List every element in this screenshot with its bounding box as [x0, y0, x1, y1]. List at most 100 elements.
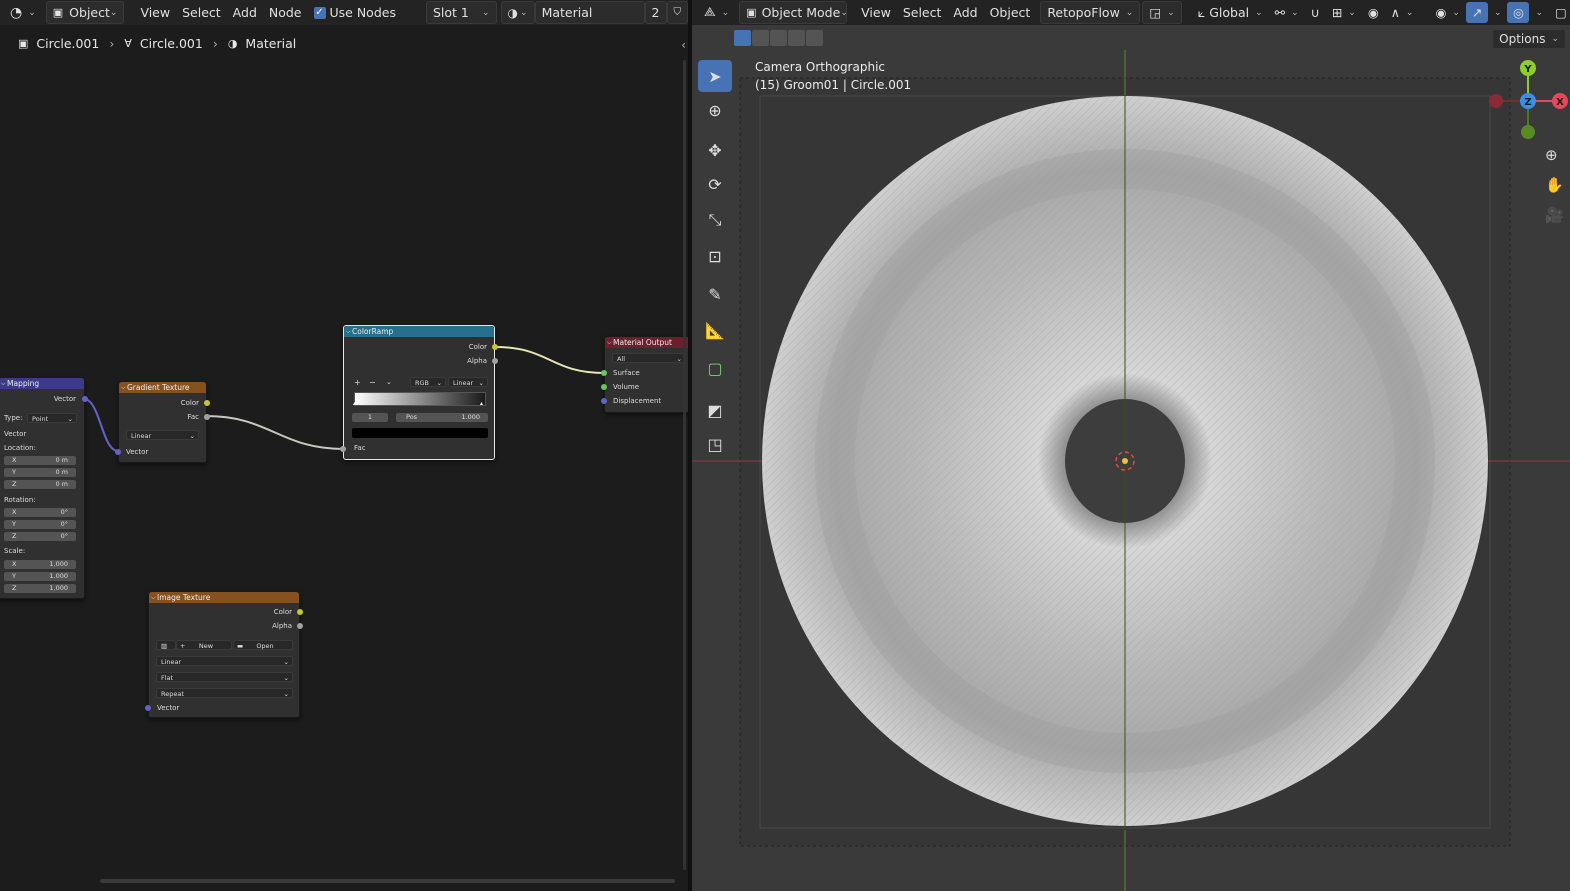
stop-color-swatch[interactable] [352, 428, 488, 438]
rotation-z-field[interactable]: Z 0° [4, 532, 76, 541]
mapping-node-header[interactable]: Mapping [0, 378, 84, 389]
image-open-button[interactable]: ▬ Open [233, 640, 293, 650]
stop-index-field[interactable]: 1 [352, 413, 388, 422]
menu-node[interactable]: Node [263, 2, 308, 23]
displacement-socket[interactable] [601, 398, 607, 404]
image-extension-dropdown[interactable]: Repeat ⌄ [156, 688, 293, 698]
colorramp-color-socket[interactable] [492, 344, 498, 350]
chevron-down-icon[interactable]: ⌄ [386, 378, 392, 386]
add-cube-icon[interactable]: ▢ [698, 352, 732, 384]
mapping-type-dropdown[interactable]: Point ⌄ [27, 413, 77, 423]
shear-icon[interactable]: ◳ [698, 428, 732, 460]
rotation-x-field[interactable]: X 0° [4, 508, 76, 517]
ramp-stop-handle[interactable]: ▴ [353, 400, 356, 407]
output-target-dropdown[interactable]: All ⌄ [612, 353, 686, 363]
stop-pos-field[interactable]: Pos 1.000 [396, 413, 488, 422]
pan-hand-icon[interactable]: ✋ [1545, 176, 1564, 194]
horizontal-scrollbar[interactable] [100, 879, 675, 883]
colorramp-node[interactable]: ColorRamp Color Alpha + − ⌄ RGB⌄ Linear⌄… [340, 325, 498, 460]
mapping-node[interactable]: Mapping Vector Type: Point⌄ Vector Locat… [0, 377, 88, 599]
object-type-dropdown[interactable]: ▣ Object ⌄ [45, 1, 125, 24]
slot-dropdown[interactable]: Slot 1 ⌄ [425, 1, 497, 24]
rotation-y-field[interactable]: Y 0° [4, 520, 76, 529]
colorramp-fac-in-socket[interactable] [340, 446, 346, 452]
overlay-toggle[interactable]: ◎ [1507, 2, 1530, 23]
xray-toggle[interactable]: ▢ [1549, 2, 1570, 23]
gradient-texture-node[interactable]: Gradient Texture Color Fac Linear⌄ Vecto… [115, 381, 210, 463]
gradient-vector-in-socket[interactable] [115, 449, 121, 455]
image-color-socket[interactable] [297, 609, 303, 615]
measure-icon[interactable]: 📐 [698, 314, 732, 346]
material-user-count[interactable]: 2 [644, 1, 667, 24]
gizmo-neg-y-axis[interactable] [1521, 125, 1535, 139]
scale-x-field[interactable]: X 1.000 [4, 560, 76, 569]
scale-y-field[interactable]: Y 1.000 [4, 572, 76, 581]
proportional-edit-toggle[interactable]: ◉ [1362, 2, 1385, 23]
image-browse-button[interactable]: ▨ [156, 640, 176, 650]
scale-icon[interactable]: ⤡ [698, 204, 732, 236]
use-nodes-checkbox[interactable]: ✓ Use Nodes [308, 2, 402, 23]
menu-select[interactable]: Select [897, 2, 948, 23]
location-y-field[interactable]: Y 0 m [4, 468, 76, 477]
ramp-stop-handle[interactable]: ▴ [480, 400, 483, 407]
options-dropdown[interactable]: Options ⌄ [1492, 29, 1566, 49]
3d-viewport-area[interactable]: ⟁ ⌄ ▣ Object Mode ⌄ View Select Add Objec… [692, 0, 1570, 891]
menu-object[interactable]: Object [984, 2, 1037, 23]
menu-add[interactable]: Add [227, 2, 263, 23]
gizmo-toggle[interactable]: ↗ [1465, 2, 1488, 23]
gradient-type-dropdown[interactable]: Linear ⌄ [126, 430, 199, 440]
cursor-icon[interactable]: ⊕ [698, 94, 732, 126]
image-projection-dropdown[interactable]: Flat ⌄ [156, 672, 293, 682]
image-texture-node[interactable]: Image Texture Color Alpha ▨ + New ▬ Open L… [145, 591, 303, 718]
select-difference-button[interactable] [788, 30, 805, 46]
add-stop-button[interactable]: + [354, 378, 361, 387]
colorramp-alpha-socket[interactable] [492, 358, 498, 364]
menu-add[interactable]: Add [947, 2, 983, 23]
editor-type-button[interactable]: ⟁ ⌄ [698, 2, 735, 23]
rotate-icon[interactable]: ⟳ [698, 168, 732, 200]
annotate-icon[interactable]: ✎ [698, 278, 732, 310]
orientation-dropdown[interactable]: ⟀ Global ⌄ [1192, 2, 1269, 23]
remove-stop-button[interactable]: − [369, 378, 376, 387]
overlay-dropdown[interactable]: ⌄ [1529, 2, 1549, 23]
location-x-field[interactable]: X 0 m [4, 456, 76, 465]
select-subtract-button[interactable] [770, 30, 787, 46]
volume-socket[interactable] [601, 384, 607, 390]
menu-select[interactable]: Select [176, 2, 227, 23]
material-output-header[interactable]: Material Output [605, 337, 688, 348]
retopoflow-dropdown[interactable]: RetopoFlow ⌄ [1040, 1, 1141, 24]
shrink-fatten-icon[interactable]: ◩ [698, 394, 732, 426]
image-alpha-socket[interactable] [297, 623, 303, 629]
colorramp-header[interactable]: ColorRamp [344, 326, 494, 337]
snap-target-button[interactable]: ◲ ⌄ [1142, 1, 1182, 24]
select-intersect-button[interactable] [806, 30, 823, 46]
snap-toggle[interactable]: ∪ [1305, 2, 1326, 23]
location-z-field[interactable]: Z 0 m [4, 480, 76, 489]
gradient-fac-socket[interactable] [204, 414, 210, 420]
transform-icon[interactable]: ⊡ [698, 240, 732, 272]
select-box-icon[interactable]: ➤ [698, 60, 732, 92]
select-new-button[interactable] [734, 30, 751, 46]
editor-type-button[interactable]: ◔ ⌄ [4, 2, 42, 23]
visibility-dropdown[interactable]: ◉ ⌄ [1429, 2, 1465, 23]
snap-options[interactable]: ⊞ ⌄ [1326, 2, 1362, 23]
select-extend-button[interactable] [752, 30, 769, 46]
gradient-color-socket[interactable] [204, 400, 210, 406]
image-new-button[interactable]: + New [176, 640, 232, 650]
mode-dropdown[interactable]: ▣ Object Mode ⌄ [739, 1, 848, 24]
navigation-gizmo[interactable]: Y X Z [1484, 56, 1568, 146]
gradient-texture-header[interactable]: Gradient Texture [119, 382, 206, 393]
node-editor-area[interactable]: ◔ ⌄ ▣ Object ⌄ View Select Add Node ✓ Use… [0, 0, 688, 891]
gizmo-dropdown[interactable]: ⌄ [1488, 2, 1508, 23]
image-interpolation-dropdown[interactable]: Linear ⌄ [156, 656, 293, 666]
surface-socket[interactable] [601, 370, 607, 376]
falloff-dropdown[interactable]: ∧ ⌄ [1385, 2, 1420, 23]
vertical-scrollbar[interactable] [683, 60, 686, 870]
material-browse-button[interactable]: ◑ ⌄ [500, 1, 535, 24]
color-ramp-gradient[interactable] [354, 392, 486, 406]
menu-view[interactable]: View [855, 2, 897, 23]
camera-view-icon[interactable]: 🎥 [1545, 206, 1564, 224]
viewport-scene[interactable] [692, 50, 1570, 891]
scale-z-field[interactable]: Z 1.000 [4, 584, 76, 593]
sidebar-toggle-icon[interactable]: ‹ [681, 38, 686, 52]
